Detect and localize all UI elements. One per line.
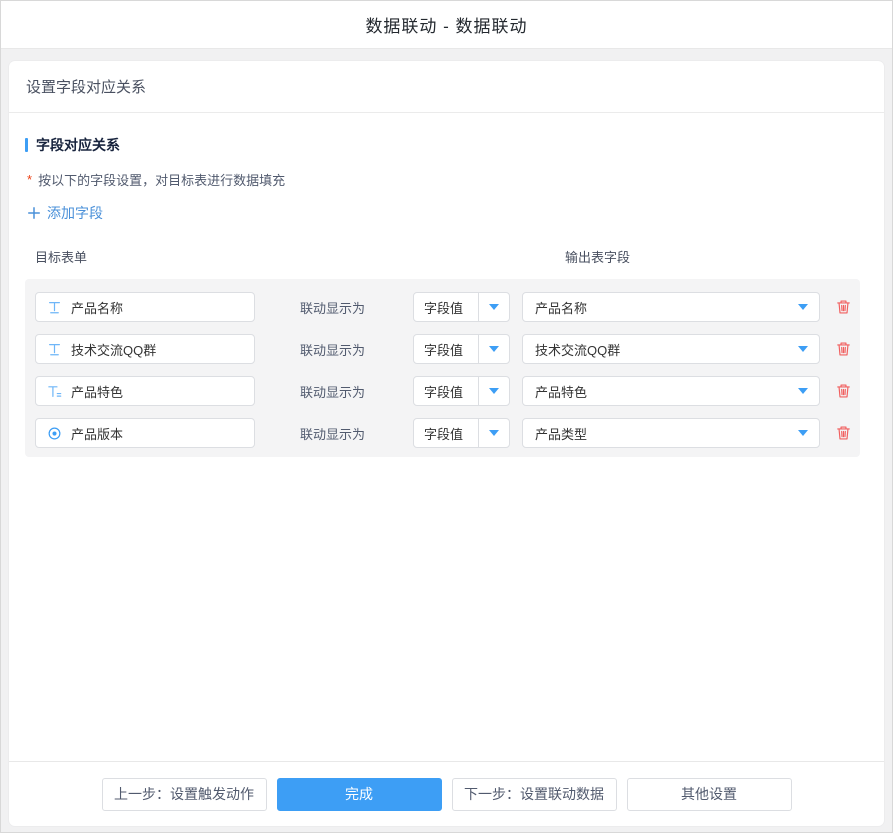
link-display-label: 联动显示为 xyxy=(300,424,365,443)
output-field-select[interactable]: 技术交流QQ群 xyxy=(522,334,820,364)
footer-actions: 上一步：设置触发动作 完成 下一步：设置联动数据 其他设置 xyxy=(9,761,884,826)
field-mapping-row: 产品特色 联动显示为 字段值 产品特色 xyxy=(35,376,860,406)
field-mapping-row: 产品版本 联动显示为 字段值 产品类型 xyxy=(35,418,860,448)
trash-icon xyxy=(835,382,852,400)
required-asterisk: * xyxy=(27,172,32,187)
delete-row-button[interactable] xyxy=(835,424,852,442)
display-mode-select[interactable]: 字段值 xyxy=(413,292,510,322)
chevron-down-icon xyxy=(798,430,808,436)
add-field-button[interactable]: 添加字段 xyxy=(27,203,103,223)
trash-icon xyxy=(835,424,852,442)
radio-icon xyxy=(46,425,62,441)
target-field-name: 产品名称 xyxy=(71,298,123,317)
field-mapping-row: 产品名称 联动显示为 字段值 产品名称 xyxy=(35,292,860,322)
plus-icon xyxy=(27,206,41,220)
text-input-icon xyxy=(46,299,62,315)
chevron-down-icon xyxy=(489,304,499,310)
trash-icon xyxy=(835,298,852,316)
chevron-down-icon xyxy=(798,346,808,352)
trash-icon xyxy=(835,340,852,358)
output-field-value: 产品类型 xyxy=(523,424,787,443)
text-input-icon xyxy=(46,341,62,357)
required-note: * 按以下的字段设置，对目标表进行数据填充 xyxy=(27,170,868,189)
display-mode-value: 字段值 xyxy=(414,298,478,317)
card-header-title: 设置字段对应关系 xyxy=(26,76,146,97)
delete-row-button[interactable] xyxy=(835,340,852,358)
card-body: 字段对应关系 * 按以下的字段设置，对目标表进行数据填充 添加字段 目标表单 输… xyxy=(9,113,884,761)
delete-row-button[interactable] xyxy=(835,298,852,316)
output-field-value: 产品名称 xyxy=(523,298,787,317)
card-header: 设置字段对应关系 xyxy=(9,61,884,113)
target-field-name: 技术交流QQ群 xyxy=(71,340,156,359)
textarea-icon xyxy=(46,383,62,399)
chevron-down-icon xyxy=(798,304,808,310)
chevron-down-icon xyxy=(798,388,808,394)
display-mode-select[interactable]: 字段值 xyxy=(413,334,510,364)
add-field-label: 添加字段 xyxy=(47,203,103,223)
field-mapping-row: 技术交流QQ群 联动显示为 字段值 技术交流QQ群 xyxy=(35,334,860,364)
target-field-input[interactable]: 产品名称 xyxy=(35,292,255,322)
display-mode-value: 字段值 xyxy=(414,340,478,359)
output-field-value: 产品特色 xyxy=(523,382,787,401)
delete-row-button[interactable] xyxy=(835,382,852,400)
output-field-select[interactable]: 产品名称 xyxy=(522,292,820,322)
other-settings-button[interactable]: 其他设置 xyxy=(627,778,792,811)
section-title-text: 字段对应关系 xyxy=(36,135,120,155)
target-field-input[interactable]: 技术交流QQ群 xyxy=(35,334,255,364)
section-title: 字段对应关系 xyxy=(25,135,868,155)
chevron-down-icon xyxy=(489,388,499,394)
finish-button[interactable]: 完成 xyxy=(277,778,442,811)
display-mode-value: 字段值 xyxy=(414,424,478,443)
prev-step-button[interactable]: 上一步：设置触发动作 xyxy=(102,778,267,811)
field-mapping-list: 产品名称 联动显示为 字段值 产品名称 xyxy=(25,279,860,457)
display-mode-value: 字段值 xyxy=(414,382,478,401)
link-display-label: 联动显示为 xyxy=(300,340,365,359)
output-field-value: 技术交流QQ群 xyxy=(523,340,787,359)
chevron-down-icon xyxy=(489,430,499,436)
output-field-select[interactable]: 产品类型 xyxy=(522,418,820,448)
target-field-name: 产品特色 xyxy=(71,382,123,401)
section-accent-bar xyxy=(25,138,28,152)
link-display-label: 联动显示为 xyxy=(300,298,365,317)
display-mode-select[interactable]: 字段值 xyxy=(413,418,510,448)
next-step-button[interactable]: 下一步：设置联动数据 xyxy=(452,778,617,811)
window-title-bar: 数据联动 - 数据联动 xyxy=(1,1,892,49)
link-display-label: 联动显示为 xyxy=(300,382,365,401)
display-mode-select[interactable]: 字段值 xyxy=(413,376,510,406)
target-field-input[interactable]: 产品特色 xyxy=(35,376,255,406)
page-title: 数据联动 - 数据联动 xyxy=(365,12,527,37)
column-target-form: 目标表单 xyxy=(35,247,87,266)
target-field-input[interactable]: 产品版本 xyxy=(35,418,255,448)
columns-header: 目标表单 输出表字段 xyxy=(25,247,860,267)
target-field-name: 产品版本 xyxy=(71,424,123,443)
chevron-down-icon xyxy=(489,346,499,352)
note-text: 按以下的字段设置，对目标表进行数据填充 xyxy=(38,170,285,189)
settings-card: 设置字段对应关系 字段对应关系 * 按以下的字段设置，对目标表进行数据填充 添加… xyxy=(9,61,884,826)
column-output-field: 输出表字段 xyxy=(565,247,630,266)
output-field-select[interactable]: 产品特色 xyxy=(522,376,820,406)
